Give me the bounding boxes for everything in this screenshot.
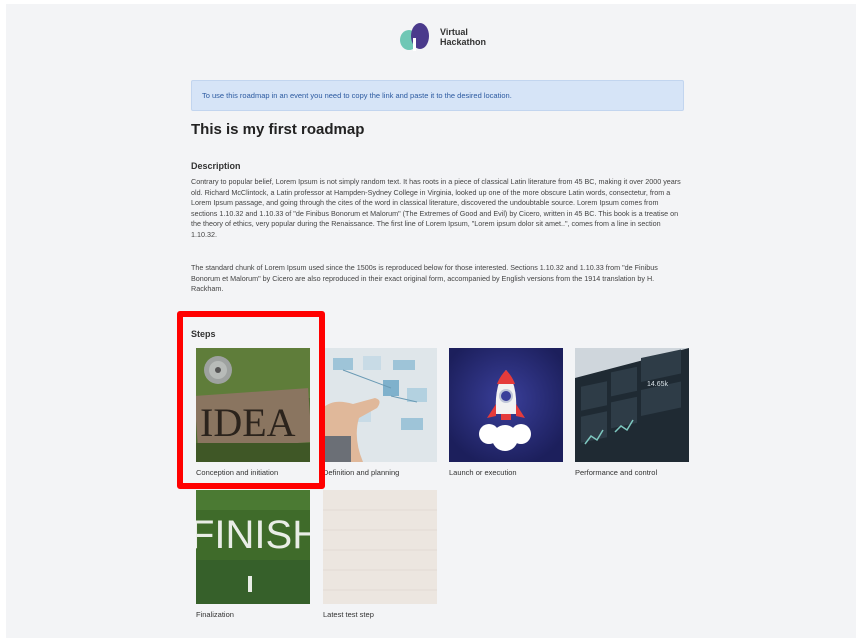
brand-line-1: Virtual [440, 27, 468, 37]
description-paragraph-1: Contrary to popular belief, Lorem Ipsum … [191, 177, 681, 239]
svg-text:14.65k: 14.65k [647, 381, 669, 388]
step-card-latest-test[interactable]: Latest test step [323, 490, 437, 619]
info-notice: To use this roadmap in an event you need… [191, 80, 684, 111]
step-image-dashboard: 14.65k [575, 348, 689, 462]
step-label: Finalization [196, 610, 234, 619]
step-label: Latest test step [323, 610, 374, 619]
description-paragraph-2: The standard chunk of Lorem Ipsum used s… [191, 263, 658, 294]
description-heading: Description [191, 161, 241, 171]
step-image-rocket [449, 348, 563, 462]
page-title: This is my first roadmap [191, 121, 365, 138]
step-label: Definition and planning [323, 468, 400, 477]
step-label: Performance and control [575, 468, 658, 477]
step-card-finalization[interactable]: FINISH Finalization [196, 490, 310, 619]
step-image-planning-board [323, 348, 437, 462]
svg-text:FINISH: FINISH [196, 513, 310, 557]
brand-line-2: Hackathon [440, 37, 487, 47]
step-card-performance[interactable]: 14.65k Performance and control [575, 348, 689, 477]
step-card-definition[interactable]: Definition and planning [323, 348, 437, 477]
brand-logo[interactable]: Virtual Hackathon [398, 22, 486, 52]
step-image-finish: FINISH [196, 490, 310, 604]
brand-mark-icon [400, 23, 429, 51]
step-label: Launch or execution [449, 468, 517, 477]
highlight-annotation-box [177, 311, 325, 489]
step-card-launch[interactable]: Launch or execution [449, 348, 563, 477]
brand-name: Virtual Hackathon [440, 27, 486, 47]
step-image-blank-paper [323, 490, 437, 604]
